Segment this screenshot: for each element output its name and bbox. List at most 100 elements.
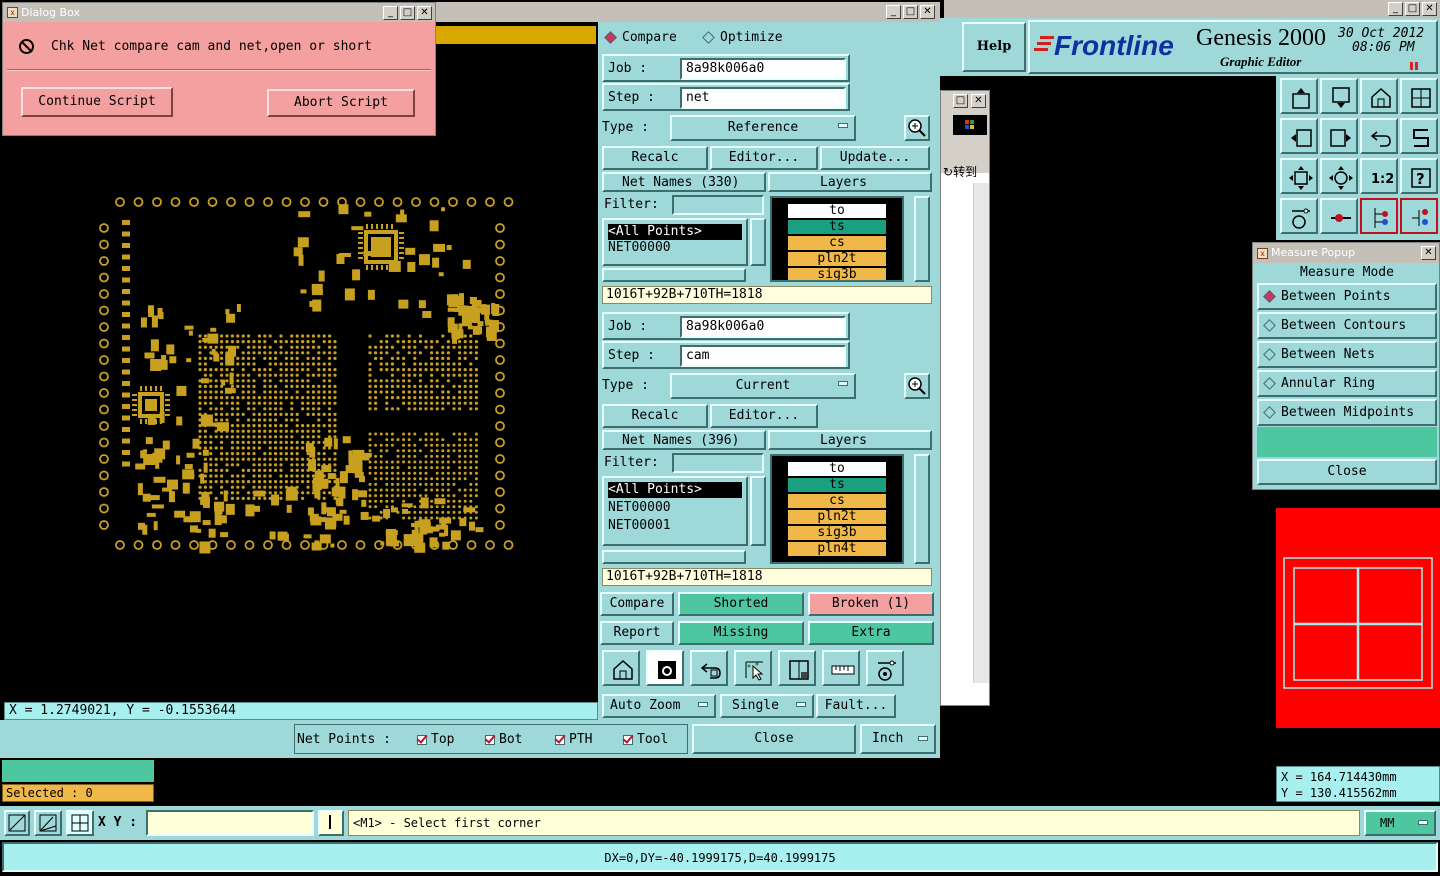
- layer-item-ts[interactable]: ts: [788, 478, 886, 492]
- tool-net-compare-active[interactable]: [1360, 198, 1398, 234]
- ruler-tool-button[interactable]: [822, 650, 860, 686]
- extra-button[interactable]: Extra: [808, 621, 934, 645]
- abort-script-button[interactable]: Abort Script: [267, 89, 415, 117]
- cur-filter-input[interactable]: [672, 453, 764, 473]
- cur-net-scrollbar[interactable]: [750, 476, 766, 546]
- tool-zoom-1to2[interactable]: 1:2: [1360, 158, 1398, 194]
- missing-button[interactable]: Missing: [678, 621, 804, 645]
- net-point-bot-checkbox[interactable]: Bot: [485, 732, 522, 748]
- ref-net-hscrollbar[interactable]: [602, 268, 746, 282]
- ref-job-input[interactable]: 8a98k006a0: [680, 58, 846, 80]
- measure-mode-between-midpoints[interactable]: Between Midpoints: [1257, 399, 1437, 426]
- side-maximize-button[interactable]: □: [953, 94, 968, 108]
- ref-type-select[interactable]: Reference: [670, 115, 856, 141]
- layer-item-sig3b[interactable]: sig3b: [788, 526, 886, 540]
- minimize-button[interactable]: _: [383, 6, 398, 20]
- cur-editor-button[interactable]: Editor...: [710, 404, 818, 428]
- ref-filter-input[interactable]: [672, 195, 764, 215]
- snap-mode-button-3[interactable]: [66, 810, 94, 836]
- bottom-units-select[interactable]: MM: [1364, 810, 1436, 836]
- net-list-item[interactable]: NET00000: [608, 240, 671, 256]
- cur-layers-list[interactable]: to ts cs pln2t sig3b pln4t: [770, 454, 904, 564]
- cur-step-input[interactable]: cam: [680, 345, 846, 367]
- cur-layers-scrollbar[interactable]: [914, 454, 930, 564]
- net-compare-close-button[interactable]: Close: [692, 724, 856, 754]
- side-close-button[interactable]: ✕: [971, 94, 986, 108]
- command-toggle-button[interactable]: [318, 810, 344, 836]
- goto-button[interactable]: ↻转到: [943, 163, 987, 181]
- tool-pan-right[interactable]: [1320, 118, 1358, 154]
- tool-net-analyzer[interactable]: [1400, 198, 1438, 234]
- ref-zoom-button[interactable]: [904, 115, 930, 141]
- measure-mode-between-contours[interactable]: Between Contours: [1257, 312, 1437, 339]
- measure-mode-between-nets[interactable]: Between Nets: [1257, 341, 1437, 368]
- cur-net-list[interactable]: <All Points> NET00000 NET00001: [602, 476, 748, 546]
- tool-page-up[interactable]: [1280, 78, 1318, 114]
- netcompare-close-button[interactable]: ✕: [920, 5, 935, 19]
- ref-layers-list[interactable]: to ts cs pln2t sig3b: [770, 196, 904, 282]
- auto-zoom-select[interactable]: Auto Zoom: [602, 694, 716, 718]
- tool-page-down[interactable]: [1320, 78, 1358, 114]
- tool-probe[interactable]: [1320, 198, 1358, 234]
- shorted-button[interactable]: Shorted: [678, 592, 804, 616]
- broken-button[interactable]: Broken (1): [808, 592, 934, 616]
- layer-item-ts[interactable]: ts: [788, 220, 886, 234]
- layer-item-cs[interactable]: cs: [788, 494, 886, 508]
- mini-canvas[interactable]: [1276, 508, 1440, 728]
- tool-help[interactable]: ?: [1400, 158, 1438, 194]
- undo-tool-button[interactable]: [690, 650, 728, 686]
- single-select[interactable]: Single: [720, 694, 814, 718]
- app-maximize-button[interactable]: □: [1405, 2, 1420, 16]
- netcompare-minimize-button[interactable]: _: [886, 5, 901, 19]
- measure-popup-close-button[interactable]: Close: [1257, 459, 1437, 485]
- layer-item-pln2t[interactable]: pln2t: [788, 510, 886, 524]
- layer-item-sig3b[interactable]: sig3b: [788, 268, 886, 280]
- ref-layers-scrollbar[interactable]: [914, 196, 930, 282]
- ref-editor-button[interactable]: Editor...: [710, 146, 818, 170]
- cur-job-input[interactable]: 8a98k006a0: [680, 316, 846, 338]
- continue-script-button[interactable]: Continue Script: [21, 87, 173, 117]
- xy-input[interactable]: [146, 810, 314, 836]
- units-select[interactable]: Inch: [860, 724, 936, 754]
- side-scrollbar[interactable]: [973, 183, 989, 683]
- layer-item-to[interactable]: to: [788, 462, 886, 476]
- select-tool-button[interactable]: [734, 650, 772, 686]
- window-tool-button[interactable]: [778, 650, 816, 686]
- fault-button[interactable]: Fault...: [816, 694, 896, 718]
- snap-mode-button-2[interactable]: [34, 810, 62, 836]
- net-point-pth-checkbox[interactable]: PTH: [555, 732, 592, 748]
- tool-undo[interactable]: [1360, 118, 1398, 154]
- tool-home[interactable]: [1360, 78, 1398, 114]
- net-list-item[interactable]: NET00000: [608, 500, 671, 516]
- cur-net-hscrollbar[interactable]: [602, 550, 746, 564]
- cur-recalc-button[interactable]: Recalc: [602, 404, 708, 428]
- net-point-top-checkbox[interactable]: Top: [417, 732, 454, 748]
- snap-mode-button-1[interactable]: [4, 810, 30, 836]
- settings-tool-button[interactable]: [866, 650, 904, 686]
- close-button[interactable]: ✕: [417, 6, 432, 20]
- ref-step-input[interactable]: net: [680, 87, 846, 109]
- ref-update-button[interactable]: Update...: [820, 146, 930, 170]
- tool-snap[interactable]: [1400, 118, 1438, 154]
- ref-recalc-button[interactable]: Recalc: [602, 146, 708, 170]
- tool-settings[interactable]: [1280, 198, 1318, 234]
- cur-type-select[interactable]: Current: [670, 373, 856, 399]
- measure-mode-annular-ring[interactable]: Annular Ring: [1257, 370, 1437, 397]
- netcompare-maximize-button[interactable]: □: [903, 5, 918, 19]
- mode-optimize-radio[interactable]: Optimize: [702, 30, 783, 46]
- mode-compare-radio[interactable]: Compare: [604, 30, 677, 46]
- compare-button[interactable]: Compare: [600, 592, 674, 616]
- home-tool-button[interactable]: [602, 650, 640, 686]
- net-point-tool-checkbox[interactable]: Tool: [623, 732, 668, 748]
- tool-split-window[interactable]: [1400, 78, 1438, 114]
- measure-close-button[interactable]: ✕: [1421, 246, 1436, 260]
- highlight-tool-button[interactable]: [646, 650, 684, 686]
- net-list-item[interactable]: NET00001: [608, 518, 671, 534]
- ref-net-scrollbar[interactable]: [750, 218, 766, 266]
- tool-pan-left[interactable]: [1280, 118, 1318, 154]
- net-list-item-selected[interactable]: <All Points>: [608, 224, 742, 240]
- app-minimize-button[interactable]: _: [1388, 2, 1403, 16]
- layer-item-pln4t[interactable]: pln4t: [788, 542, 886, 556]
- measure-mode-between-points[interactable]: Between Points: [1257, 283, 1437, 310]
- layer-item-pln2t[interactable]: pln2t: [788, 252, 886, 266]
